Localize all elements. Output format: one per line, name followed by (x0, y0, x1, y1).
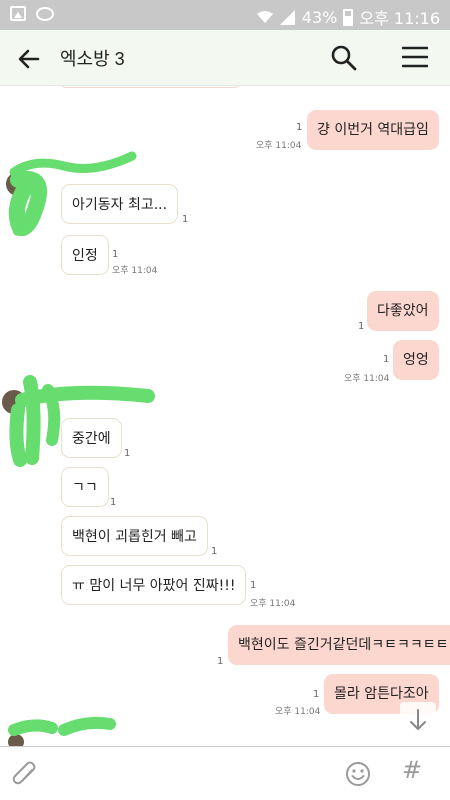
unread-count: 1 (296, 122, 303, 133)
received-message-bubble[interactable]: 중간에 (61, 418, 122, 458)
unread-count: 1 (112, 249, 119, 260)
my-message-bubble[interactable]: 걍 이번거 역대급임 (307, 110, 439, 150)
received-message-bubble[interactable]: 아기동자 최고... (61, 184, 179, 224)
unread-count: 1 (124, 448, 131, 459)
unread-count: 1 (313, 689, 320, 700)
unread-count: 1 (182, 214, 189, 225)
paperclip-icon[interactable] (12, 760, 38, 788)
chat-header: 엑소방 3 (0, 30, 450, 86)
unread-count: 1 (211, 546, 218, 557)
unread-count: 1 (358, 321, 365, 332)
status-bar: 43% 오후 11:16 (0, 0, 450, 30)
my-message-bubble[interactable]: 다좋았어 (367, 291, 439, 331)
system-indicators: 43% 오후 11:16 (256, 5, 440, 29)
received-message-bubble[interactable]: ㅠ 맘이 너무 아팠어 진짜!!! (61, 565, 247, 605)
battery-percentage: 43% (301, 7, 338, 27)
emoji-icon[interactable] (345, 761, 371, 787)
received-message-bubble[interactable]: 백현이 괴롭힌거 빼고 (61, 516, 208, 556)
message-time: 오후 11:04 (344, 374, 390, 384)
received-message-bubble[interactable]: ㄱㄱ (61, 467, 109, 507)
cut-off-message-bubble (60, 86, 240, 88)
message-list[interactable]: 걍 이번거 역대급임 1 오후 11:04 아기동자 최고... 1 인정 1 … (0, 86, 450, 746)
redacted-avatar-scribble (8, 716, 116, 746)
hashtag-search-icon[interactable]: # (402, 756, 422, 784)
unread-count: 1 (217, 656, 224, 667)
wifi-icon (256, 11, 273, 23)
message-time: 오후 11:04 (250, 599, 296, 609)
unread-count: 1 (110, 497, 117, 508)
message-time: 오후 11:04 (112, 266, 158, 276)
gallery-notification-icon (10, 6, 26, 21)
scroll-down-arrow-icon[interactable] (400, 702, 436, 738)
clock: 오후 11:16 (359, 9, 440, 28)
message-time: 오후 11:04 (256, 141, 302, 151)
search-icon[interactable] (330, 44, 358, 72)
message-time: 오후 11:04 (275, 707, 321, 717)
back-arrow-icon[interactable] (14, 44, 44, 74)
notification-icons (10, 6, 54, 21)
menu-icon[interactable] (402, 45, 428, 69)
my-message-bubble[interactable]: 엉엉 (393, 340, 439, 380)
signal-icon (279, 9, 295, 25)
message-input-bar: # (0, 746, 450, 800)
battery-icon (343, 8, 354, 26)
received-message-bubble[interactable]: 인정 (61, 235, 109, 275)
coin-notification-icon (36, 6, 54, 21)
chat-room-title: 엑소방 3 (60, 49, 125, 69)
unread-count: 1 (250, 580, 257, 591)
my-message-bubble[interactable]: 백현이도 즐긴거같던데ㅋㅌㅋㅋㅌㅌㅋ (228, 625, 450, 665)
unread-count: 1 (383, 354, 390, 365)
